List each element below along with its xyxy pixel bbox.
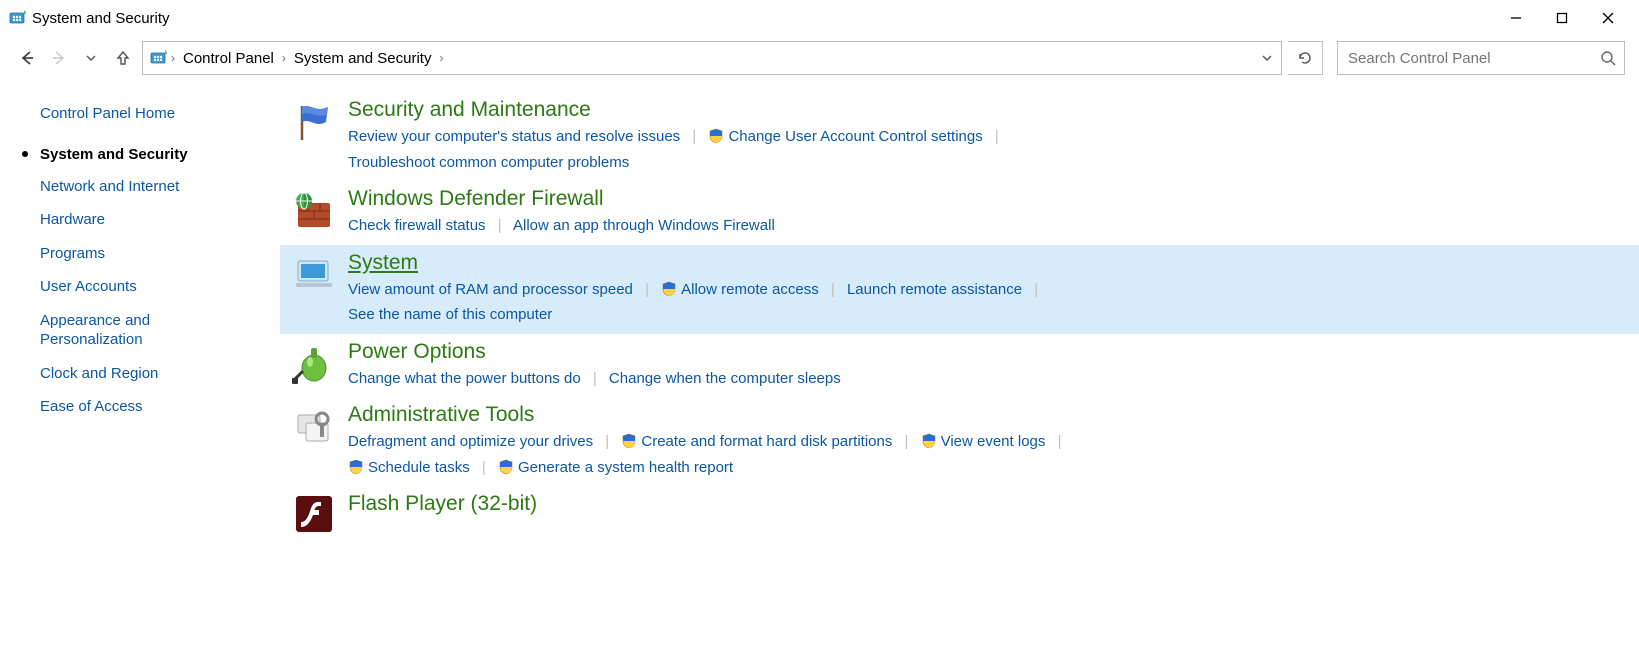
task-view-ram[interactable]: View amount of RAM and processor speed <box>348 281 633 298</box>
address-row: › Control Panel › System and Security › <box>0 36 1639 86</box>
category-title[interactable]: Power Options <box>348 340 1619 364</box>
search-input[interactable] <box>1346 49 1600 68</box>
address-bar[interactable]: › Control Panel › System and Security › <box>142 41 1282 75</box>
firewall-icon <box>290 189 338 237</box>
sidebar: Control Panel Home System and Security N… <box>0 86 280 548</box>
chevron-right-icon[interactable]: › <box>282 51 286 65</box>
category-title[interactable]: Administrative Tools <box>348 403 1619 427</box>
category-firewall: Windows Defender Firewall Check firewall… <box>280 181 1639 245</box>
main-content: Security and Maintenance Review your com… <box>280 86 1639 548</box>
current-indicator-icon <box>22 151 28 157</box>
category-title[interactable]: Flash Player (32-bit) <box>348 492 1619 516</box>
category-flash: Flash Player (32-bit) <box>280 486 1639 548</box>
breadcrumb-current[interactable]: System and Security <box>288 50 438 67</box>
sidebar-item-network[interactable]: Network and Internet <box>40 177 270 197</box>
task-sleep[interactable]: Change when the computer sleeps <box>609 370 841 387</box>
task-health-report[interactable]: Generate a system health report <box>518 459 733 476</box>
maximize-button[interactable] <box>1539 3 1585 33</box>
flag-icon <box>290 100 338 148</box>
category-title[interactable]: Windows Defender Firewall <box>348 187 1619 211</box>
shield-icon <box>708 128 724 144</box>
shield-icon <box>661 281 677 297</box>
task-power-buttons[interactable]: Change what the power buttons do <box>348 370 581 387</box>
task-event-logs[interactable]: View event logs <box>941 433 1046 450</box>
task-schedule[interactable]: Schedule tasks <box>368 459 470 476</box>
minimize-button[interactable] <box>1493 3 1539 33</box>
shield-icon <box>498 459 514 475</box>
task-partitions[interactable]: Create and format hard disk partitions <box>641 433 892 450</box>
task-defrag[interactable]: Defragment and optimize your drives <box>348 433 593 450</box>
address-dropdown[interactable] <box>1261 52 1273 64</box>
sidebar-item-user-accounts[interactable]: User Accounts <box>40 277 270 297</box>
chevron-right-icon[interactable]: › <box>171 51 175 65</box>
sidebar-item-clock-region[interactable]: Clock and Region <box>40 364 270 384</box>
close-button[interactable] <box>1585 3 1631 33</box>
category-title[interactable]: Security and Maintenance <box>348 98 1619 122</box>
category-admin-tools: Administrative Tools Defragment and opti… <box>280 397 1639 486</box>
sidebar-item-system-security[interactable]: System and Security <box>22 146 270 163</box>
sidebar-item-ease-of-access[interactable]: Ease of Access <box>40 397 270 417</box>
category-title[interactable]: System <box>348 251 1619 275</box>
search-icon[interactable] <box>1600 50 1616 66</box>
task-remote-assistance[interactable]: Launch remote assistance <box>847 281 1022 298</box>
category-power: Power Options Change what the power butt… <box>280 334 1639 398</box>
task-computer-name[interactable]: See the name of this computer <box>348 306 552 323</box>
search-box[interactable] <box>1337 41 1625 75</box>
chevron-right-icon[interactable]: › <box>439 51 443 65</box>
admin-tools-icon <box>290 405 338 453</box>
sidebar-home[interactable]: Control Panel Home <box>40 104 270 124</box>
window-title: System and Security <box>32 10 170 27</box>
breadcrumb-root[interactable]: Control Panel <box>177 50 280 67</box>
task-change-uac[interactable]: Change User Account Control settings <box>728 128 982 145</box>
shield-icon <box>621 433 637 449</box>
task-troubleshoot[interactable]: Troubleshoot common computer problems <box>348 154 629 171</box>
back-button[interactable] <box>14 45 40 71</box>
sidebar-item-programs[interactable]: Programs <box>40 244 270 264</box>
computer-icon <box>290 253 338 301</box>
control-panel-icon <box>8 9 26 27</box>
refresh-button[interactable] <box>1288 41 1323 75</box>
task-allow-app[interactable]: Allow an app through Windows Firewall <box>513 217 775 234</box>
up-button[interactable] <box>110 45 136 71</box>
power-icon <box>290 342 338 390</box>
forward-button[interactable] <box>46 45 72 71</box>
control-panel-icon <box>149 49 167 67</box>
task-allow-remote[interactable]: Allow remote access <box>681 281 819 298</box>
shield-icon <box>348 459 364 475</box>
task-check-firewall[interactable]: Check firewall status <box>348 217 486 234</box>
flash-icon <box>290 494 338 542</box>
shield-icon <box>921 433 937 449</box>
category-system[interactable]: System View amount of RAM and processor … <box>280 245 1639 334</box>
titlebar: System and Security <box>0 0 1639 36</box>
sidebar-item-appearance[interactable]: Appearance and Personalization <box>40 311 210 350</box>
recent-dropdown[interactable] <box>78 45 104 71</box>
sidebar-item-label: System and Security <box>40 146 188 163</box>
category-security-maintenance: Security and Maintenance Review your com… <box>280 92 1639 181</box>
sidebar-item-hardware[interactable]: Hardware <box>40 210 270 230</box>
task-review-status[interactable]: Review your computer's status and resolv… <box>348 128 680 145</box>
